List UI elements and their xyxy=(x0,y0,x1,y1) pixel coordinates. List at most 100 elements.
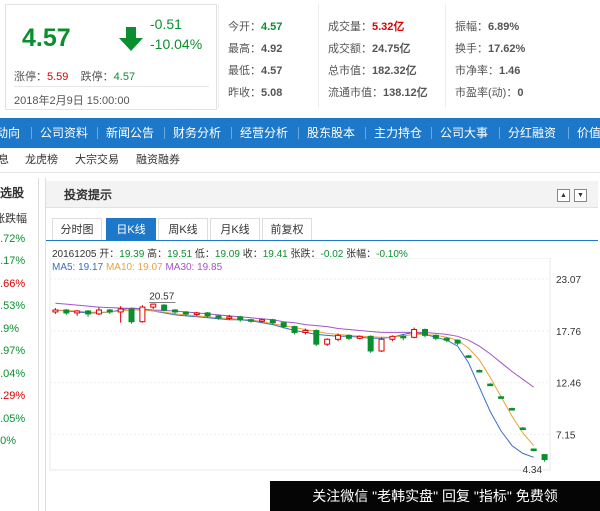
candle-body xyxy=(476,369,483,373)
watchlist-row[interactable]: 6.72% xyxy=(0,233,25,245)
watchlist-row[interactable]: 1.66% xyxy=(0,278,25,290)
subnav-item[interactable]: 龙虎榜 xyxy=(25,148,58,172)
watchlist-row[interactable]: 1.9% xyxy=(0,323,19,335)
stat-label: 最低： xyxy=(228,65,261,77)
watchlist-row[interactable]: 0.04% xyxy=(0,368,25,380)
candle-body xyxy=(269,319,276,324)
collapse-down-button[interactable]: ▼ xyxy=(574,189,587,202)
watchlist-row[interactable]: 9.29% xyxy=(0,390,25,402)
nav-item[interactable]: 分红融资 xyxy=(508,118,556,148)
subnav-item[interactable]: 息 xyxy=(0,148,9,172)
candle-body xyxy=(74,310,81,314)
subnav-item[interactable]: 大宗交易 xyxy=(75,148,119,172)
stat-label: 市净率： xyxy=(455,65,499,77)
watchlist-row[interactable]: 9.97% xyxy=(0,345,25,357)
nav-item[interactable]: 主力持仓 xyxy=(374,118,422,148)
nav-item[interactable]: 经营分析 xyxy=(240,118,288,148)
stat-label: 市盈率(动)： xyxy=(455,87,518,99)
candle-body xyxy=(106,309,113,313)
candle-body xyxy=(508,408,515,411)
watchlist-row[interactable]: 8.05% xyxy=(0,413,25,425)
candle-body xyxy=(367,335,374,352)
candle-body xyxy=(128,308,135,323)
quote-stat: 流通市值：138.12亿 xyxy=(328,84,428,100)
tab-chart-period[interactable]: 日K线 xyxy=(106,218,156,241)
candle-body xyxy=(150,303,157,308)
quote-stat: 今开：4.57 xyxy=(228,18,282,34)
sub-nav: 息龙虎榜 大宗交易 融资融券 xyxy=(0,148,600,173)
candle-body xyxy=(95,309,102,315)
candle-body xyxy=(237,316,244,321)
change-percent: -10.04% xyxy=(150,36,203,52)
tab-chart-period[interactable]: 月K线 xyxy=(210,218,260,241)
tab-chart-period[interactable]: 前复权 xyxy=(262,218,312,241)
candle-body xyxy=(487,383,494,387)
nav-separator xyxy=(365,127,366,139)
tab-chart-period[interactable]: 周K线 xyxy=(158,218,208,241)
nav-item[interactable]: 公司资料 xyxy=(40,118,88,148)
candle-body xyxy=(530,448,537,452)
stat-label: 总市值： xyxy=(328,65,372,77)
y-tick-label: 7.15 xyxy=(556,430,576,441)
watchlist-column: 自选股 涨跌幅 6.72% 3.17% 1.66% 6.53% 1.9% 9.97% 0.04… xyxy=(0,178,39,511)
candle-body xyxy=(313,329,320,345)
stat-label: 最高： xyxy=(228,43,261,55)
candle-body xyxy=(324,338,331,345)
nav-item[interactable]: 公司大事 xyxy=(440,118,488,148)
watchlist-row[interactable]: 3.17% xyxy=(0,255,25,267)
limit-prices: 涨停：5.59 跌停：4.57 xyxy=(14,68,135,84)
candle-body xyxy=(85,310,92,315)
nav-separator xyxy=(568,127,569,139)
nav-item[interactable]: 价值 xyxy=(577,118,600,148)
candle-body xyxy=(215,315,222,319)
candle-body xyxy=(432,334,439,339)
stat-value: 4.57 xyxy=(261,65,283,77)
nav-item[interactable]: 股东股本 xyxy=(307,118,355,148)
candle-body xyxy=(117,308,124,313)
y-tick-label: 12.46 xyxy=(556,379,581,390)
quote-stat: 成交额：24.75亿 xyxy=(328,40,411,56)
quote-stat: 总市值：182.32亿 xyxy=(328,62,417,78)
change-value: -0.51 xyxy=(150,16,182,32)
stat-label: 成交量： xyxy=(328,21,372,33)
watchlist-row[interactable]: 涨跌幅 xyxy=(0,210,27,226)
candle-body xyxy=(63,309,70,314)
nav-separator xyxy=(298,127,299,139)
nav-item[interactable]: 财务分析 xyxy=(173,118,221,148)
stat-value: 138.12亿 xyxy=(383,87,428,99)
candle-body xyxy=(454,339,461,344)
stat-separator xyxy=(445,4,446,108)
collapse-up-button[interactable]: ▲ xyxy=(557,189,570,202)
watchlist-row[interactable]: 6.53% xyxy=(0,300,25,312)
candle-body xyxy=(519,427,526,431)
candle-body xyxy=(443,337,450,341)
tab-chart-period[interactable]: 分时图 xyxy=(52,218,102,241)
watchlist-row[interactable]: 10% xyxy=(0,435,16,447)
stat-separator xyxy=(318,4,319,108)
candle-body xyxy=(498,396,505,399)
kline-chart[interactable]: 23.07 17.76 12.46 7.15 20.57 4.34 xyxy=(48,258,598,481)
divider xyxy=(14,86,209,87)
candle-body xyxy=(411,329,418,338)
candle-body xyxy=(226,316,233,319)
plot-frame xyxy=(49,258,551,471)
y-tick-label: 23.07 xyxy=(556,275,581,286)
stat-value: 0 xyxy=(517,87,524,99)
subnav-item[interactable]: 融资融券 xyxy=(136,148,180,172)
quote-stat: 换手：17.62% xyxy=(455,40,525,56)
y-tick-label: 17.76 xyxy=(556,327,581,338)
quote-stat: 振幅：6.89% xyxy=(455,18,519,34)
stat-label: 今开： xyxy=(228,21,261,33)
nav-item[interactable]: 新闻公告 xyxy=(106,118,154,148)
nav-separator xyxy=(97,127,98,139)
candle-body xyxy=(422,329,428,336)
nav-item[interactable]: 动向 xyxy=(0,118,20,148)
stat-value: 24.75亿 xyxy=(372,43,411,55)
ma-series-line xyxy=(55,302,534,388)
quote-stat: 市净率：1.46 xyxy=(455,62,520,78)
watchlist-heading: 自选股 xyxy=(0,186,25,200)
quote-stat: 成交量：5.32亿 xyxy=(328,18,404,34)
nav-separator xyxy=(499,127,500,139)
stat-value: 6.89% xyxy=(488,21,520,33)
stat-value: 5.08 xyxy=(261,87,283,99)
